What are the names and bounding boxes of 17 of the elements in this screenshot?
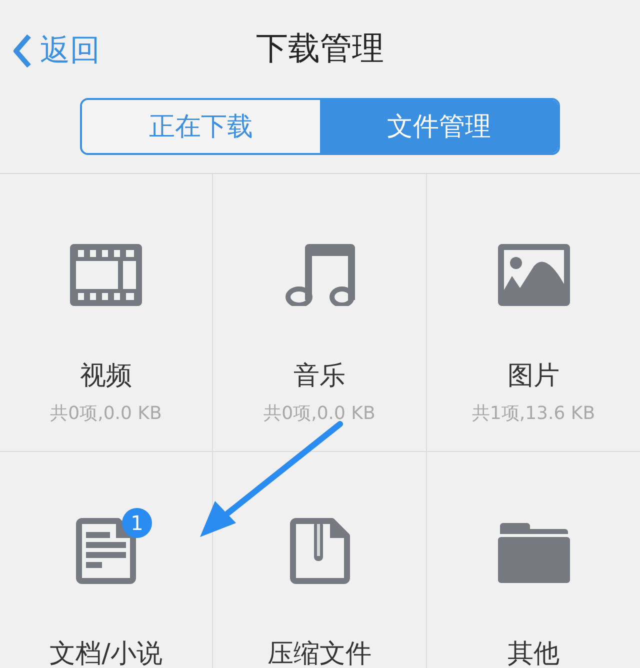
film-strip-icon[interactable] bbox=[70, 244, 142, 306]
chevron-left-icon bbox=[12, 32, 32, 68]
image-icon[interactable] bbox=[498, 244, 570, 306]
category-label[interactable]: 其他 bbox=[508, 636, 560, 668]
category-size: 共0项,0.0 KB bbox=[264, 402, 376, 425]
category-label[interactable]: 图片 bbox=[508, 358, 560, 393]
category-size: 共1项,13.6 KB bbox=[472, 402, 596, 425]
category-label[interactable]: 文档/小说 bbox=[50, 636, 162, 668]
category-size: 共0项,0.0 KB bbox=[50, 402, 162, 425]
notification-badge: 1 bbox=[122, 508, 152, 538]
folder-icon[interactable] bbox=[498, 522, 570, 584]
page-title: 下载管理 bbox=[256, 28, 384, 69]
music-note-icon[interactable] bbox=[284, 244, 354, 306]
category-label[interactable]: 视频 bbox=[80, 358, 132, 393]
category-label[interactable]: 压缩文件 bbox=[268, 636, 372, 668]
category-label[interactable]: 音乐 bbox=[294, 358, 346, 393]
zip-file-icon[interactable] bbox=[290, 518, 350, 584]
